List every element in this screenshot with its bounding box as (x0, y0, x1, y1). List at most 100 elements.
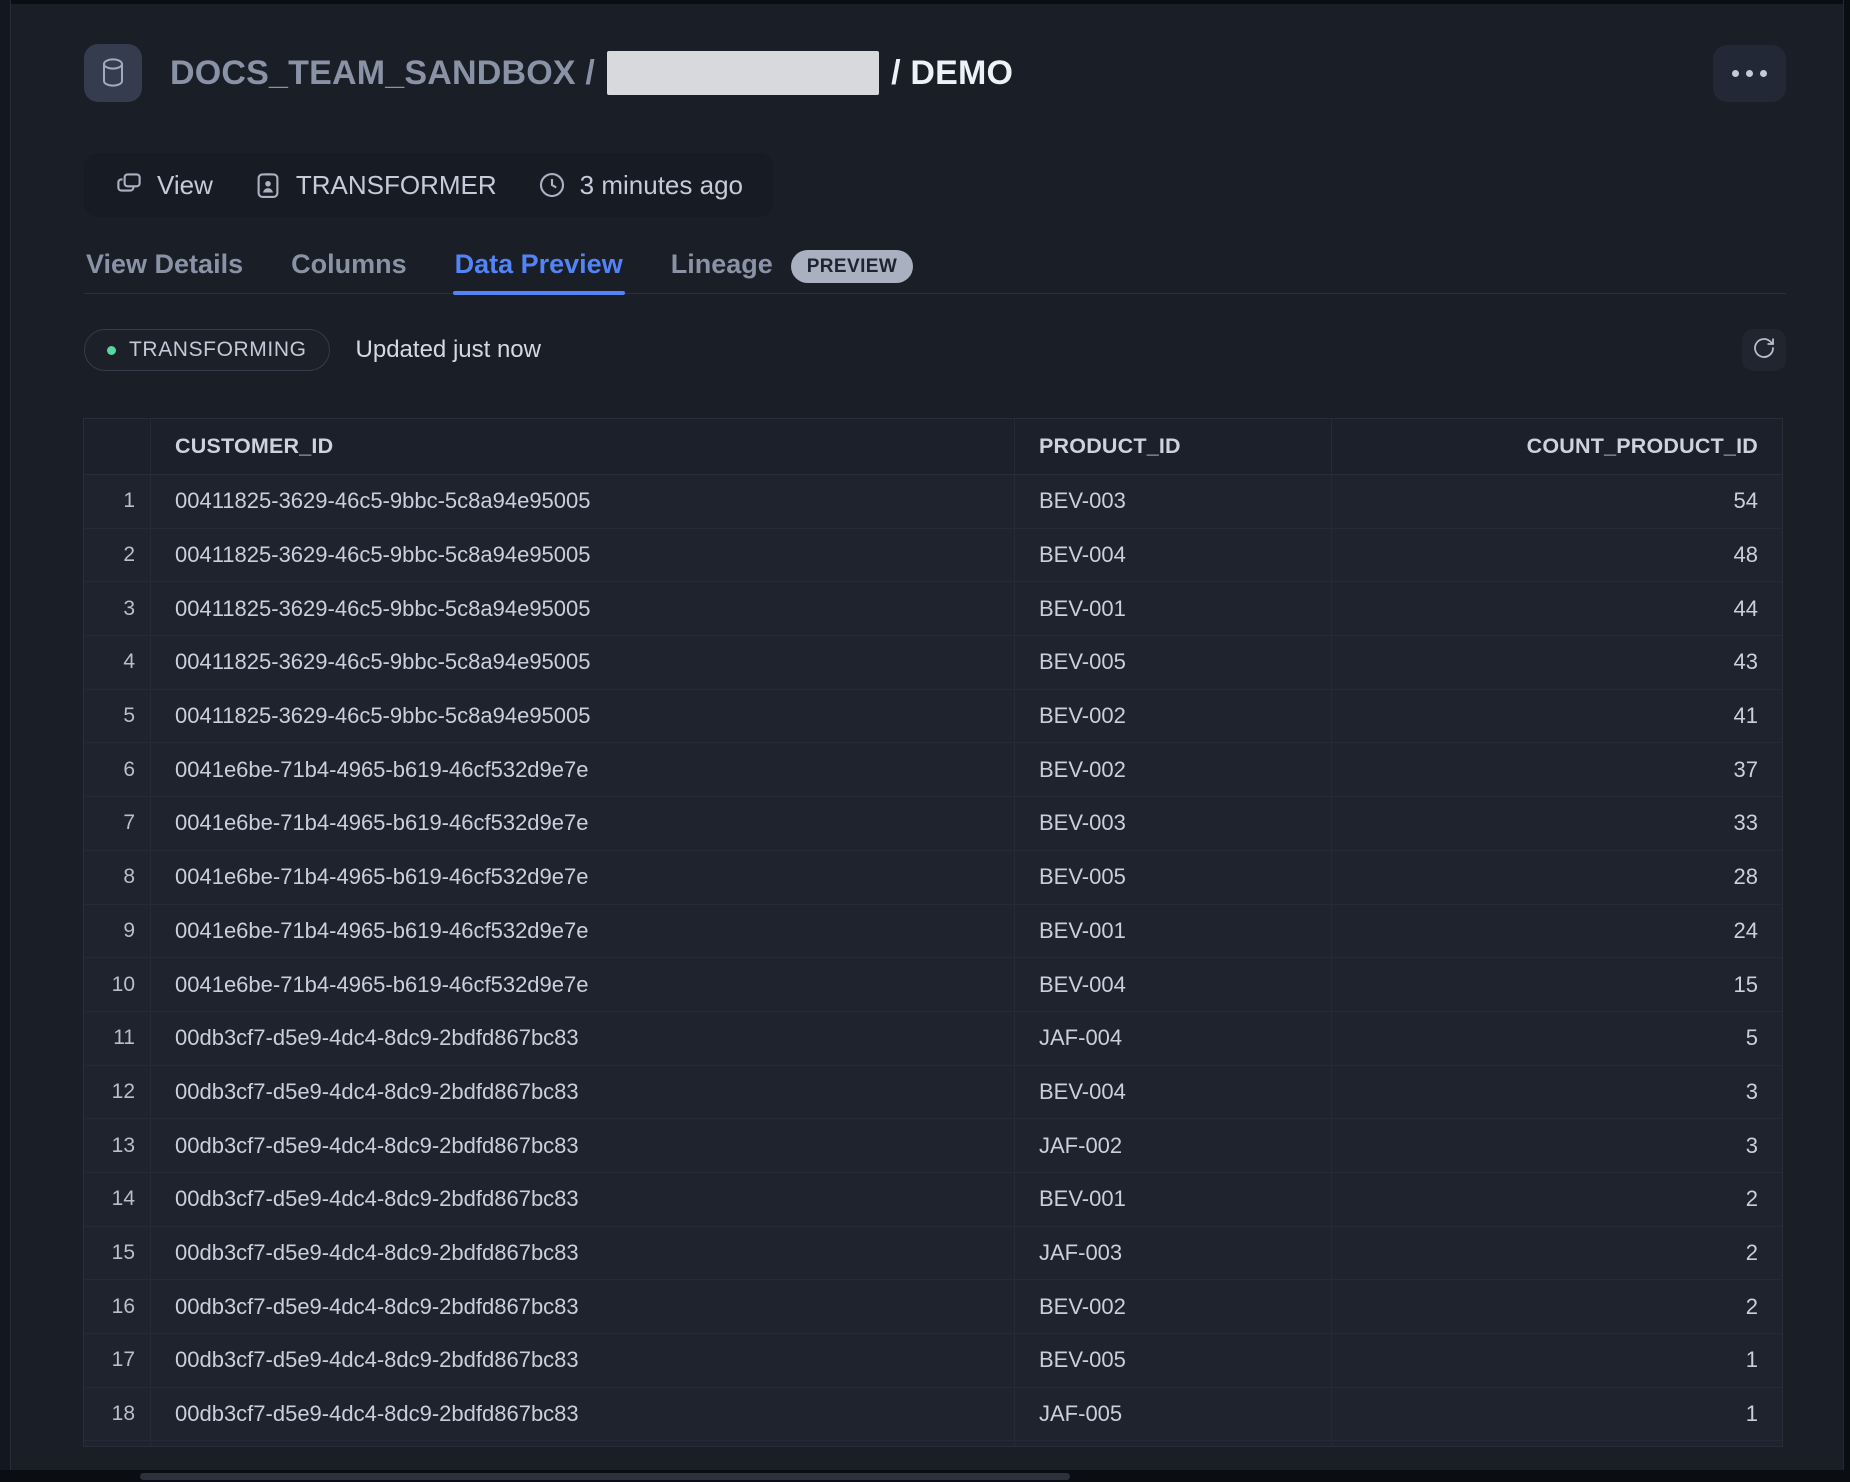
refresh-icon (1752, 336, 1776, 365)
row-number-cell: 3 (84, 582, 150, 635)
table-row: 4 00411825-3629-46c5-9bbc-5c8a94e95005 B… (84, 636, 1782, 690)
table-row: 3 00411825-3629-46c5-9bbc-5c8a94e95005 B… (84, 582, 1782, 636)
count-product-id-cell: 2 (1331, 1280, 1782, 1333)
product-id-cell: BEV-004 (1014, 1066, 1331, 1119)
product-id-cell: JAF-002 (1014, 1119, 1331, 1172)
status-row: TRANSFORMING Updated just now (84, 329, 541, 371)
customer-id-cell: 00db3cf7-d5e9-4dc4-8dc9-2bdfd867bc83 (150, 1441, 1014, 1447)
count-product-id-cell: 15 (1331, 958, 1782, 1011)
row-number-cell: 9 (84, 905, 150, 958)
product-id-cell: JAF-005 (1014, 1388, 1331, 1441)
window-left-edge (0, 0, 11, 1482)
refresh-button[interactable] (1742, 329, 1786, 371)
product-id-cell: JAF-004 (1014, 1012, 1331, 1065)
customer-id-cell: 00db3cf7-d5e9-4dc4-8dc9-2bdfd867bc83 (150, 1280, 1014, 1333)
status-dot-icon (107, 346, 116, 355)
horizontal-scrollbar-track (0, 1470, 1850, 1482)
database-icon (84, 44, 142, 102)
table-row: 2 00411825-3629-46c5-9bbc-5c8a94e95005 B… (84, 529, 1782, 583)
table-row: 11 00db3cf7-d5e9-4dc4-8dc9-2bdfd867bc83 … (84, 1012, 1782, 1066)
window-top-edge (0, 0, 1850, 4)
table-row: 9 0041e6be-71b4-4965-b619-46cf532d9e7e B… (84, 905, 1782, 959)
row-number-cell: 2 (84, 529, 150, 582)
row-number-cell: 6 (84, 743, 150, 796)
row-number-cell: 18 (84, 1388, 150, 1441)
product-id-cell: BEV-005 (1014, 851, 1331, 904)
meta-badges: View TRANSFORMER 3 minutes ago (84, 153, 773, 217)
product-id-cell: JAF-001 (1014, 1441, 1331, 1447)
row-number-cell: 12 (84, 1066, 150, 1119)
node-role-label: TRANSFORMER (296, 170, 497, 201)
ellipsis-icon (1732, 70, 1739, 77)
table-row: 6 0041e6be-71b4-4965-b619-46cf532d9e7e B… (84, 743, 1782, 797)
more-options-button[interactable] (1713, 45, 1786, 102)
horizontal-scrollbar-thumb[interactable] (140, 1473, 1070, 1480)
product-id-cell: JAF-003 (1014, 1227, 1331, 1280)
count-product-id-cell: 48 (1331, 529, 1782, 582)
table-row: 7 0041e6be-71b4-4965-b619-46cf532d9e7e B… (84, 797, 1782, 851)
table-row: 18 00db3cf7-d5e9-4dc4-8dc9-2bdfd867bc83 … (84, 1388, 1782, 1442)
last-updated-label: 3 minutes ago (580, 170, 743, 201)
count-product-id-cell: 43 (1331, 636, 1782, 689)
title-bar: DOCS_TEAM_SANDBOX / / DEMO (84, 44, 1013, 102)
table-row: 1 00411825-3629-46c5-9bbc-5c8a94e95005 B… (84, 475, 1782, 529)
product-id-cell: BEV-001 (1014, 905, 1331, 958)
row-number-cell: 8 (84, 851, 150, 904)
preview-feature-badge: PREVIEW (791, 250, 913, 283)
breadcrumb-prefix: DOCS_TEAM_SANDBOX / (170, 54, 595, 93)
customer-id-cell: 0041e6be-71b4-4965-b619-46cf532d9e7e (150, 958, 1014, 1011)
row-number-cell: 10 (84, 958, 150, 1011)
customer-id-cell: 00411825-3629-46c5-9bbc-5c8a94e95005 (150, 475, 1014, 528)
table-row: 5 00411825-3629-46c5-9bbc-5c8a94e95005 B… (84, 690, 1782, 744)
count-product-id-cell: 41 (1331, 690, 1782, 743)
row-number-cell: 7 (84, 797, 150, 850)
transforming-status-badge: TRANSFORMING (84, 329, 330, 371)
row-number-cell: 4 (84, 636, 150, 689)
window-right-edge (1843, 0, 1850, 1482)
table-row: 13 00db3cf7-d5e9-4dc4-8dc9-2bdfd867bc83 … (84, 1119, 1782, 1173)
product-id-cell: BEV-003 (1014, 797, 1331, 850)
table-row: 16 00db3cf7-d5e9-4dc4-8dc9-2bdfd867bc83 … (84, 1280, 1782, 1334)
tab-bar: View Details Columns Data Preview Lineag… (84, 247, 1786, 294)
customer-id-cell: 00db3cf7-d5e9-4dc4-8dc9-2bdfd867bc83 (150, 1173, 1014, 1226)
count-product-id-cell: 1 (1331, 1441, 1782, 1447)
customer-id-cell: 0041e6be-71b4-4965-b619-46cf532d9e7e (150, 797, 1014, 850)
updated-just-now-text: Updated just now (356, 336, 541, 364)
product-id-cell: BEV-005 (1014, 636, 1331, 689)
table-row: 14 00db3cf7-d5e9-4dc4-8dc9-2bdfd867bc83 … (84, 1173, 1782, 1227)
table-row: 15 00db3cf7-d5e9-4dc4-8dc9-2bdfd867bc83 … (84, 1227, 1782, 1281)
tab-columns[interactable]: Columns (289, 247, 409, 293)
tab-view-details[interactable]: View Details (84, 247, 245, 293)
count-product-id-cell: 2 (1331, 1173, 1782, 1226)
layers-icon (114, 170, 144, 200)
row-number-cell: 16 (84, 1280, 150, 1333)
customer-id-cell: 0041e6be-71b4-4965-b619-46cf532d9e7e (150, 851, 1014, 904)
customer-id-cell: 0041e6be-71b4-4965-b619-46cf532d9e7e (150, 743, 1014, 796)
product-id-cell: BEV-001 (1014, 582, 1331, 635)
column-header-product-id: PRODUCT_ID (1014, 419, 1331, 474)
product-id-cell: BEV-002 (1014, 690, 1331, 743)
count-product-id-cell: 1 (1331, 1388, 1782, 1441)
object-type-label: View (157, 170, 213, 201)
breadcrumb-suffix: / DEMO (891, 54, 1013, 93)
count-product-id-cell: 37 (1331, 743, 1782, 796)
count-product-id-cell: 24 (1331, 905, 1782, 958)
object-type-badge: View (114, 170, 213, 201)
customer-id-cell: 00411825-3629-46c5-9bbc-5c8a94e95005 (150, 690, 1014, 743)
last-updated-badge: 3 minutes ago (537, 170, 743, 201)
tab-data-preview[interactable]: Data Preview (453, 247, 625, 293)
customer-id-cell: 00db3cf7-d5e9-4dc4-8dc9-2bdfd867bc83 (150, 1012, 1014, 1065)
product-id-cell: BEV-002 (1014, 743, 1331, 796)
customer-id-cell: 0041e6be-71b4-4965-b619-46cf532d9e7e (150, 905, 1014, 958)
redacted-breadcrumb-segment (607, 51, 879, 95)
column-header-count-product-id: COUNT_PRODUCT_ID (1331, 419, 1782, 474)
node-role-badge: TRANSFORMER (253, 170, 497, 201)
count-product-id-cell: 33 (1331, 797, 1782, 850)
tab-lineage[interactable]: Lineage PREVIEW (669, 247, 915, 293)
row-number-cell: 11 (84, 1012, 150, 1065)
data-preview-table: CUSTOMER_ID PRODUCT_ID COUNT_PRODUCT_ID … (83, 418, 1783, 1447)
customer-id-cell: 00411825-3629-46c5-9bbc-5c8a94e95005 (150, 529, 1014, 582)
page-title: DOCS_TEAM_SANDBOX / / DEMO (170, 51, 1013, 95)
customer-id-cell: 00db3cf7-d5e9-4dc4-8dc9-2bdfd867bc83 (150, 1388, 1014, 1441)
product-id-cell: BEV-004 (1014, 958, 1331, 1011)
